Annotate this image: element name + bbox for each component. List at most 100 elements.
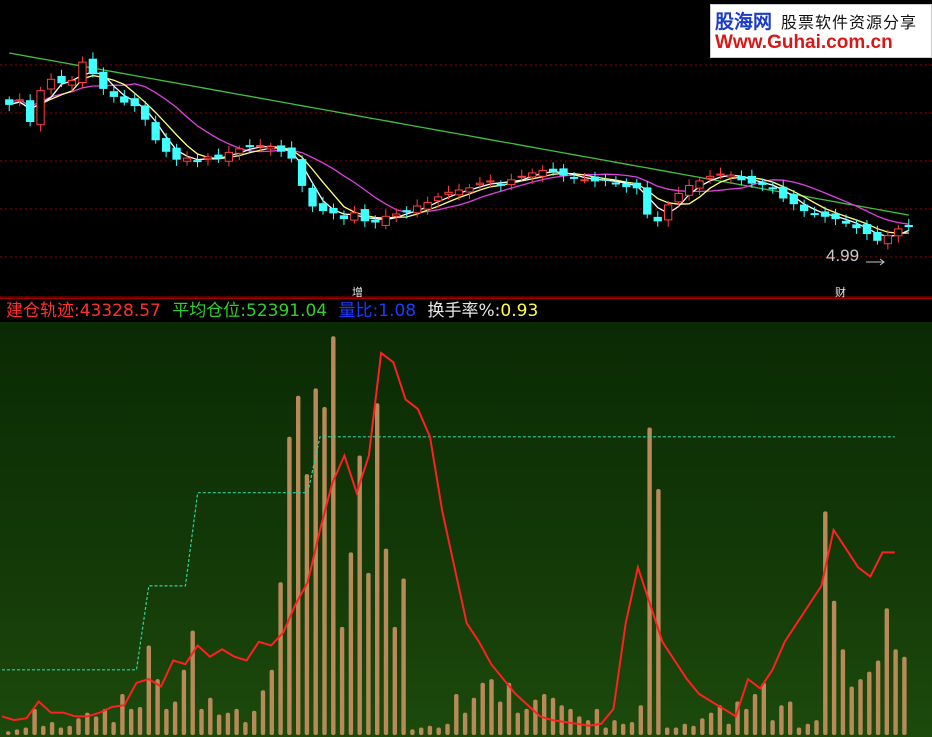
volume-bar [726,723,731,735]
candle-body [601,178,610,181]
volume-bar [708,712,714,735]
volume-bar [436,727,441,735]
candle-body [256,145,265,147]
candle-body [569,176,579,179]
volume-bar [102,708,108,735]
candle-body [841,220,851,224]
candle-body [747,175,757,184]
candle-body [831,213,840,220]
candle-body [46,78,56,90]
candle-body [758,182,767,185]
volume-bar [111,722,116,735]
volume-bar [366,572,371,735]
candle-body [454,189,464,196]
volume-bar [559,705,564,735]
volume-bar [542,694,547,735]
candle-body [120,96,129,103]
candle-body [277,145,286,152]
volume-bar [427,725,433,735]
candle-body [67,79,77,86]
candle-body [465,187,474,193]
candle-body [496,183,506,186]
candle-body [266,146,275,150]
volume-bar [647,427,652,735]
candle-body [444,191,453,195]
volume-bar [612,720,617,735]
volume-bar [260,690,266,735]
candle-body [559,168,568,176]
candle-body [36,90,45,126]
volume-bar [867,671,872,735]
volume-bar [629,722,635,735]
volume-bar [779,705,784,735]
candle-body [151,122,160,141]
volume-bar [823,511,828,735]
volume-bar [480,682,485,735]
volume-bar [216,714,222,735]
candle-body [904,225,913,228]
candle-body [318,203,328,212]
volume-bar [322,407,327,735]
price-annotation: 4.99 [826,246,860,265]
candle-body [789,194,798,205]
volume-ratio-label: 量比: [338,301,379,321]
volume-bar [146,645,151,735]
volume-bar [190,630,195,735]
volume-bar [550,697,556,735]
candle-body [611,182,621,185]
volume-bar [129,708,134,735]
volume-bar [348,552,354,735]
candle-body [475,182,485,186]
candle-body [99,71,108,89]
volume-bar [6,731,11,735]
volume-bar [621,723,626,735]
volume-bar [67,725,72,735]
candle-body [810,213,819,216]
candle-body [329,207,338,214]
volume-bar [462,712,468,735]
candle-body [224,151,233,162]
volume-bar [410,729,415,735]
candle-body [308,187,317,207]
candle-body [392,213,401,217]
candle-body [800,204,809,212]
volume-bar [577,716,582,735]
ma10-line [9,74,909,234]
avg-position-label: 平均仓位: [172,301,246,321]
candle-body [413,205,422,214]
watermark-brand: 股海网 [715,11,773,33]
candle-body [402,210,411,213]
candle-body [862,224,872,235]
indicator-chart-panel[interactable] [0,322,932,737]
indicator-chart[interactable] [0,322,932,737]
candle-body [643,187,652,215]
candle-body [779,186,788,199]
candle-body [182,157,192,162]
candle-body [5,99,14,105]
candle-body [287,147,296,159]
volume-bar [700,718,705,735]
volume-bar [744,708,749,735]
candle-body [423,202,432,210]
candle-body [109,91,118,97]
volume-bar [840,649,846,735]
volume-bar [278,582,283,735]
volume-bar [752,694,758,735]
build-track-label: 建仓轨迹: [6,301,80,321]
build-track-line [1,351,895,727]
candle-body [193,160,202,163]
watermark-slogan: 股票软件资源分享 [781,13,918,32]
candle-body [172,147,181,160]
turnover-label: 换手率%: [427,301,501,321]
volume-bar [120,694,125,735]
volume-ratio-value: 1.08 [378,301,417,321]
candle-body [590,176,600,182]
candle-body [883,235,893,245]
volume-bar [770,720,775,735]
candle-body [141,105,150,120]
volume-bar [269,669,274,735]
volume-bar [858,679,863,735]
ma5-line [9,71,910,238]
volume-bar [682,723,687,735]
candle-body [685,185,694,196]
